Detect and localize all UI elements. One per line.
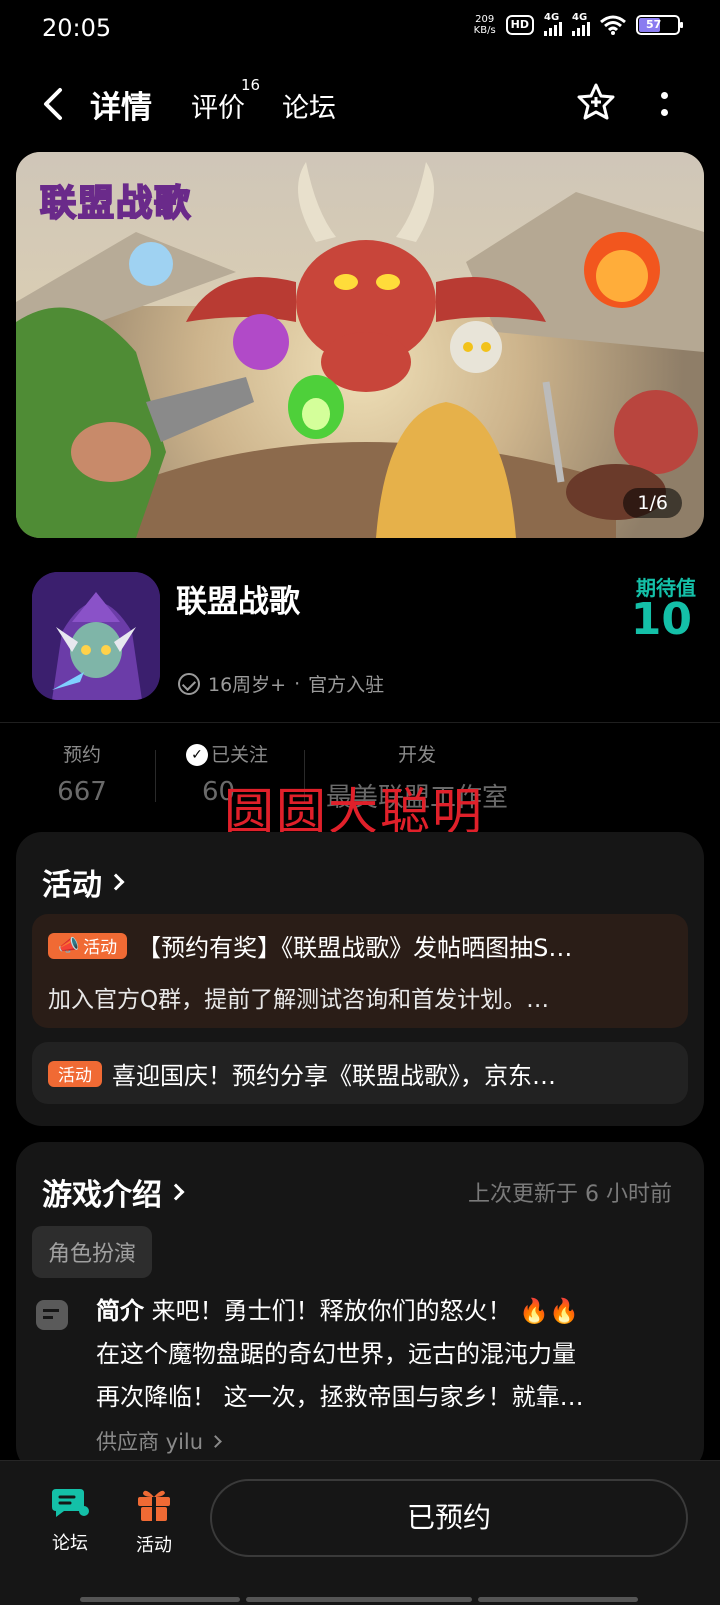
network-speed: 209 KB/s — [473, 14, 496, 36]
age-rating: 16周岁+ — [208, 674, 287, 696]
chevron-right-icon — [167, 1183, 185, 1201]
game-title: 联盟战歌 — [176, 584, 300, 620]
more-options-icon[interactable] — [656, 86, 672, 122]
supplier-link[interactable]: 供应商 yilu — [96, 1426, 222, 1456]
back-arrow-icon[interactable] — [38, 86, 68, 122]
activity-subtext: 加入官方Q群，提前了解测试咨询和首发计划。… — [48, 987, 550, 1013]
official-label: 官方入驻 — [308, 674, 385, 696]
game-meta: 16周岁+ · 官方入驻 — [178, 670, 384, 697]
gesture-bar — [478, 1597, 638, 1602]
stat-divider — [155, 750, 156, 802]
signal-icon-2: 4G — [572, 12, 590, 36]
activity-text: 【预约有奖】《联盟战歌》发帖晒图抽S… — [137, 934, 573, 962]
signal-icon: 4G — [544, 12, 562, 36]
tab-reviews[interactable]: 评价 16 — [191, 76, 260, 125]
top-nav: 详情 评价 16 论坛 — [0, 72, 720, 136]
game-logo: 联盟战歌 — [39, 182, 193, 225]
wifi-icon — [600, 15, 626, 35]
forum-chat-icon — [52, 1489, 89, 1517]
chevron-right-icon — [209, 1434, 222, 1448]
verified-check-icon — [178, 672, 200, 695]
activity-item[interactable]: 📣 活动 【预约有奖】《联盟战歌》发帖晒图抽S… 加入官方Q群，提前了解测试咨询和… — [32, 914, 688, 1028]
megaphone-icon: 📣 — [58, 935, 80, 956]
chevron-right-icon — [107, 873, 125, 891]
activity-text: 喜迎国庆！预约分享《联盟战歌》，京东… — [112, 1062, 556, 1090]
divider — [0, 722, 720, 723]
intro-summary[interactable]: 简介 来吧！勇士们！释放你们的怒火！ 🔥🔥 在这个魔物盘踞的奇幻世界，远古的混沌… — [96, 1290, 676, 1419]
bottom-action-bar: 论坛 活动 已预约 — [0, 1460, 720, 1605]
activity-item[interactable]: 活动 喜迎国庆！预约分享《联盟战歌》，京东… — [32, 1042, 688, 1104]
status-icons: 209 KB/s HD 4G 4G 57 — [473, 12, 683, 36]
document-icon — [36, 1300, 68, 1330]
gesture-bar — [80, 1597, 240, 1602]
battery-icon: 57 — [636, 15, 683, 35]
last-updated: 上次更新于 6 小时前 — [468, 1182, 672, 1207]
reserved-button[interactable]: 已预约 — [210, 1479, 688, 1557]
heart-check-icon: ✓ — [186, 744, 208, 766]
star-add-icon[interactable] — [576, 82, 616, 122]
summary-label: 简介 — [96, 1297, 144, 1325]
activity-badge: 活动 — [48, 1060, 102, 1087]
stat-reservations[interactable]: 预约 667 — [52, 740, 112, 807]
status-bar: 20:05 209 KB/s HD 4G 4G 57 — [0, 0, 720, 60]
gesture-bar — [246, 1597, 472, 1602]
game-icon — [32, 572, 160, 700]
hd-icon: HD — [505, 15, 534, 35]
game-intro-card: 游戏介绍 上次更新于 6 小时前 角色扮演 简介 来吧！勇士们！释放你们的怒火！… — [16, 1142, 704, 1472]
expectation-value: 10 — [630, 594, 692, 645]
genre-tag[interactable]: 角色扮演 — [32, 1226, 153, 1278]
screenshot-carousel[interactable]: 联盟战歌 1/6 — [16, 152, 704, 538]
forum-button[interactable]: 论坛 — [38, 1485, 102, 1555]
tab-details[interactable]: 详情 — [86, 82, 156, 127]
tab-forum[interactable]: 论坛 — [282, 86, 336, 125]
activity-section-title[interactable]: 活动 — [42, 860, 125, 904]
activity-card: 活动 📣 活动 【预约有奖】《联盟战歌》发帖晒图抽S… 加入官方Q群，提前了解测试… — [16, 832, 704, 1126]
activity-badge: 📣 活动 — [48, 932, 128, 959]
activity-button[interactable]: 活动 — [122, 1485, 186, 1557]
intro-section-title[interactable]: 游戏介绍 — [42, 1170, 185, 1214]
image-counter: 1/6 — [623, 488, 682, 518]
status-time: 20:05 — [42, 14, 112, 42]
gift-icon — [138, 1490, 170, 1521]
reviews-count: 16 — [241, 76, 261, 94]
